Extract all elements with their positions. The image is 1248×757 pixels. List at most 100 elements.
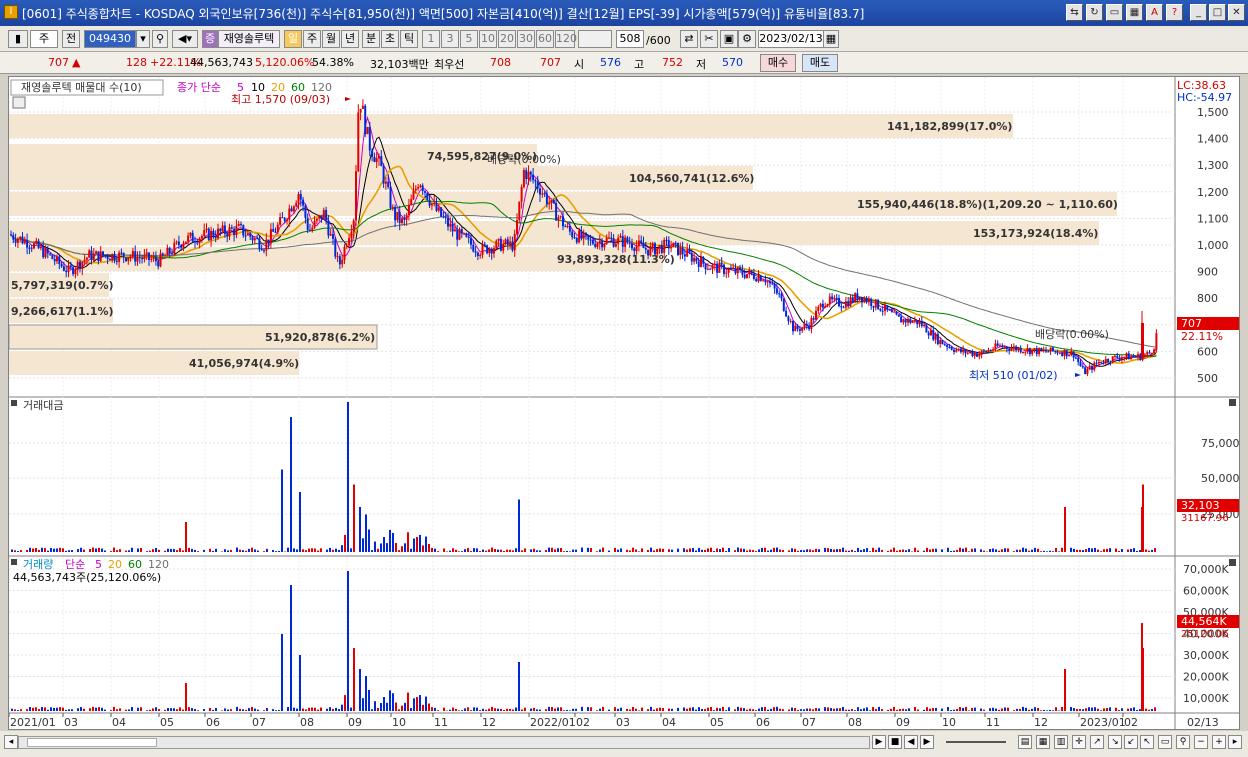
candle-body (1123, 356, 1126, 358)
amount-bar (686, 549, 688, 552)
sell-button[interactable]: 매도 (802, 54, 838, 72)
interval-5-button[interactable]: 5 (460, 30, 478, 48)
speaker-icon[interactable]: ◀▾ (172, 30, 198, 48)
amount-bar (536, 550, 538, 552)
draw-icon-3[interactable]: ↙ (1124, 735, 1138, 749)
interval-10-button[interactable]: 10 (479, 30, 497, 48)
chart-svg[interactable]: 141,182,899(17.0%) 155,940,446(18.8%)(1,2… (8, 77, 1240, 729)
amount-bar (1052, 551, 1054, 552)
draw-icon-1[interactable]: ↗ (1090, 735, 1104, 749)
stock-name[interactable]: 재영솔루텍 (218, 30, 280, 48)
amount-bar (917, 550, 919, 552)
interval-select[interactable] (578, 30, 612, 48)
print-icon[interactable]: ▭ (1158, 735, 1172, 749)
volume-bar (533, 707, 535, 711)
draw-icon-4[interactable]: ↖ (1140, 735, 1154, 749)
volume-bar (929, 708, 931, 711)
minimize-icon[interactable]: _ (1190, 4, 1207, 21)
help-icon[interactable]: ? (1166, 4, 1183, 21)
candle-body (309, 229, 311, 232)
font-icon[interactable]: A (1146, 4, 1163, 21)
scrollbar-thumb[interactable] (27, 738, 157, 747)
maximize-icon[interactable]: □ (1209, 4, 1226, 21)
fast-forward-icon[interactable]: ▶ (920, 735, 934, 749)
gear-icon[interactable]: ⚙ (738, 30, 756, 48)
refresh-icon[interactable]: ↻ (1086, 4, 1103, 21)
candle-body (345, 245, 348, 247)
volume-bar (566, 709, 568, 711)
volume-bar (935, 707, 937, 711)
stop-icon[interactable]: ■ (888, 735, 902, 749)
scrollbar-track[interactable] (18, 736, 870, 749)
scroll-left-icon[interactable]: ◂ (4, 735, 18, 749)
zoom-out-icon[interactable]: − (1194, 735, 1208, 749)
prev-icon[interactable]: ◀ (904, 735, 918, 749)
date-input[interactable]: 2023/02/13 (758, 30, 824, 48)
interval-1-button[interactable]: 1 (422, 30, 440, 48)
amount-bar (1121, 549, 1123, 552)
period-day-button[interactable]: 일 (284, 30, 302, 48)
candle-body (1114, 355, 1116, 357)
volume-bar (1100, 710, 1102, 711)
chevron-down-icon[interactable]: ▾ (136, 30, 150, 48)
amount-bar (554, 549, 556, 552)
period-year-button[interactable]: 년 (341, 30, 359, 48)
magnifier-icon[interactable]: ⚲ (1176, 735, 1190, 749)
amount-bar (1058, 551, 1060, 552)
zoom-in-icon[interactable]: + (1212, 735, 1226, 749)
chart-area[interactable]: 141,182,899(17.0%) 155,940,446(18.8%)(1,2… (8, 76, 1240, 730)
layout-icon-3[interactable]: ▥ (1054, 735, 1068, 749)
volume-bar (335, 707, 337, 711)
period-tick-button[interactable]: 틱 (400, 30, 418, 48)
interval-60-button[interactable]: 60 (536, 30, 554, 48)
interval-20-button[interactable]: 20 (498, 30, 516, 48)
period-second-button[interactable]: 초 (381, 30, 399, 48)
candle-body (39, 246, 42, 249)
candle-body (870, 299, 873, 307)
period-month-button[interactable]: 월 (322, 30, 340, 48)
amount-bar (221, 551, 223, 552)
grid-icon[interactable]: ▦ (1126, 4, 1143, 21)
close-icon[interactable]: ✕ (1228, 4, 1245, 21)
candle-body (789, 320, 792, 322)
amount-bar (452, 548, 454, 552)
tool-icon[interactable]: ✂ (700, 30, 718, 48)
amount-bar (1034, 547, 1036, 552)
count-input[interactable]: 508 (616, 30, 644, 48)
candle-body (909, 318, 912, 323)
scroll-right-icon[interactable]: ▸ (1228, 735, 1242, 749)
interval-120-button[interactable]: 120 (555, 30, 577, 48)
amount-bar (26, 549, 28, 552)
period-minute-button[interactable]: 분 (362, 30, 380, 48)
amount-bar (224, 549, 226, 552)
amount-bar (626, 549, 628, 552)
layout-icon-2[interactable]: ▦ (1036, 735, 1050, 749)
link-icon[interactable]: ⇆ (1066, 4, 1083, 21)
draw-icon-2[interactable]: ↘ (1108, 735, 1122, 749)
prev-button[interactable]: 전 (62, 30, 80, 48)
candle-body (693, 257, 696, 262)
layout-icon-1[interactable]: ▤ (1018, 735, 1032, 749)
period-week-button[interactable]: 주 (303, 30, 321, 48)
candle-body (941, 340, 944, 345)
interval-30-button[interactable]: 30 (517, 30, 535, 48)
menu-icon[interactable]: ▮ (8, 30, 28, 48)
candle-body (486, 245, 489, 254)
window-icon[interactable]: ▭ (1106, 4, 1123, 21)
play-icon[interactable]: ▶ (872, 735, 886, 749)
zoom-slider[interactable] (946, 741, 1006, 743)
panel-settings-icon (12, 96, 26, 109)
buy-button[interactable]: 매수 (760, 54, 796, 72)
period-select[interactable]: 주 (30, 30, 58, 48)
volume-bar (614, 707, 616, 711)
search-icon[interactable]: ⚲ (152, 30, 168, 48)
volume-bar (221, 710, 223, 711)
stock-code-input[interactable]: 049430 (84, 30, 136, 48)
volume-bar (458, 710, 460, 711)
crosshair-icon[interactable]: ✛ (1072, 735, 1086, 749)
volume-bar (1154, 707, 1156, 711)
interval-3-button[interactable]: 3 (441, 30, 459, 48)
save-icon[interactable]: ▣ (720, 30, 738, 48)
lock-icon[interactable]: ⇄ (680, 30, 698, 48)
calendar-icon[interactable]: ▦ (823, 30, 839, 48)
